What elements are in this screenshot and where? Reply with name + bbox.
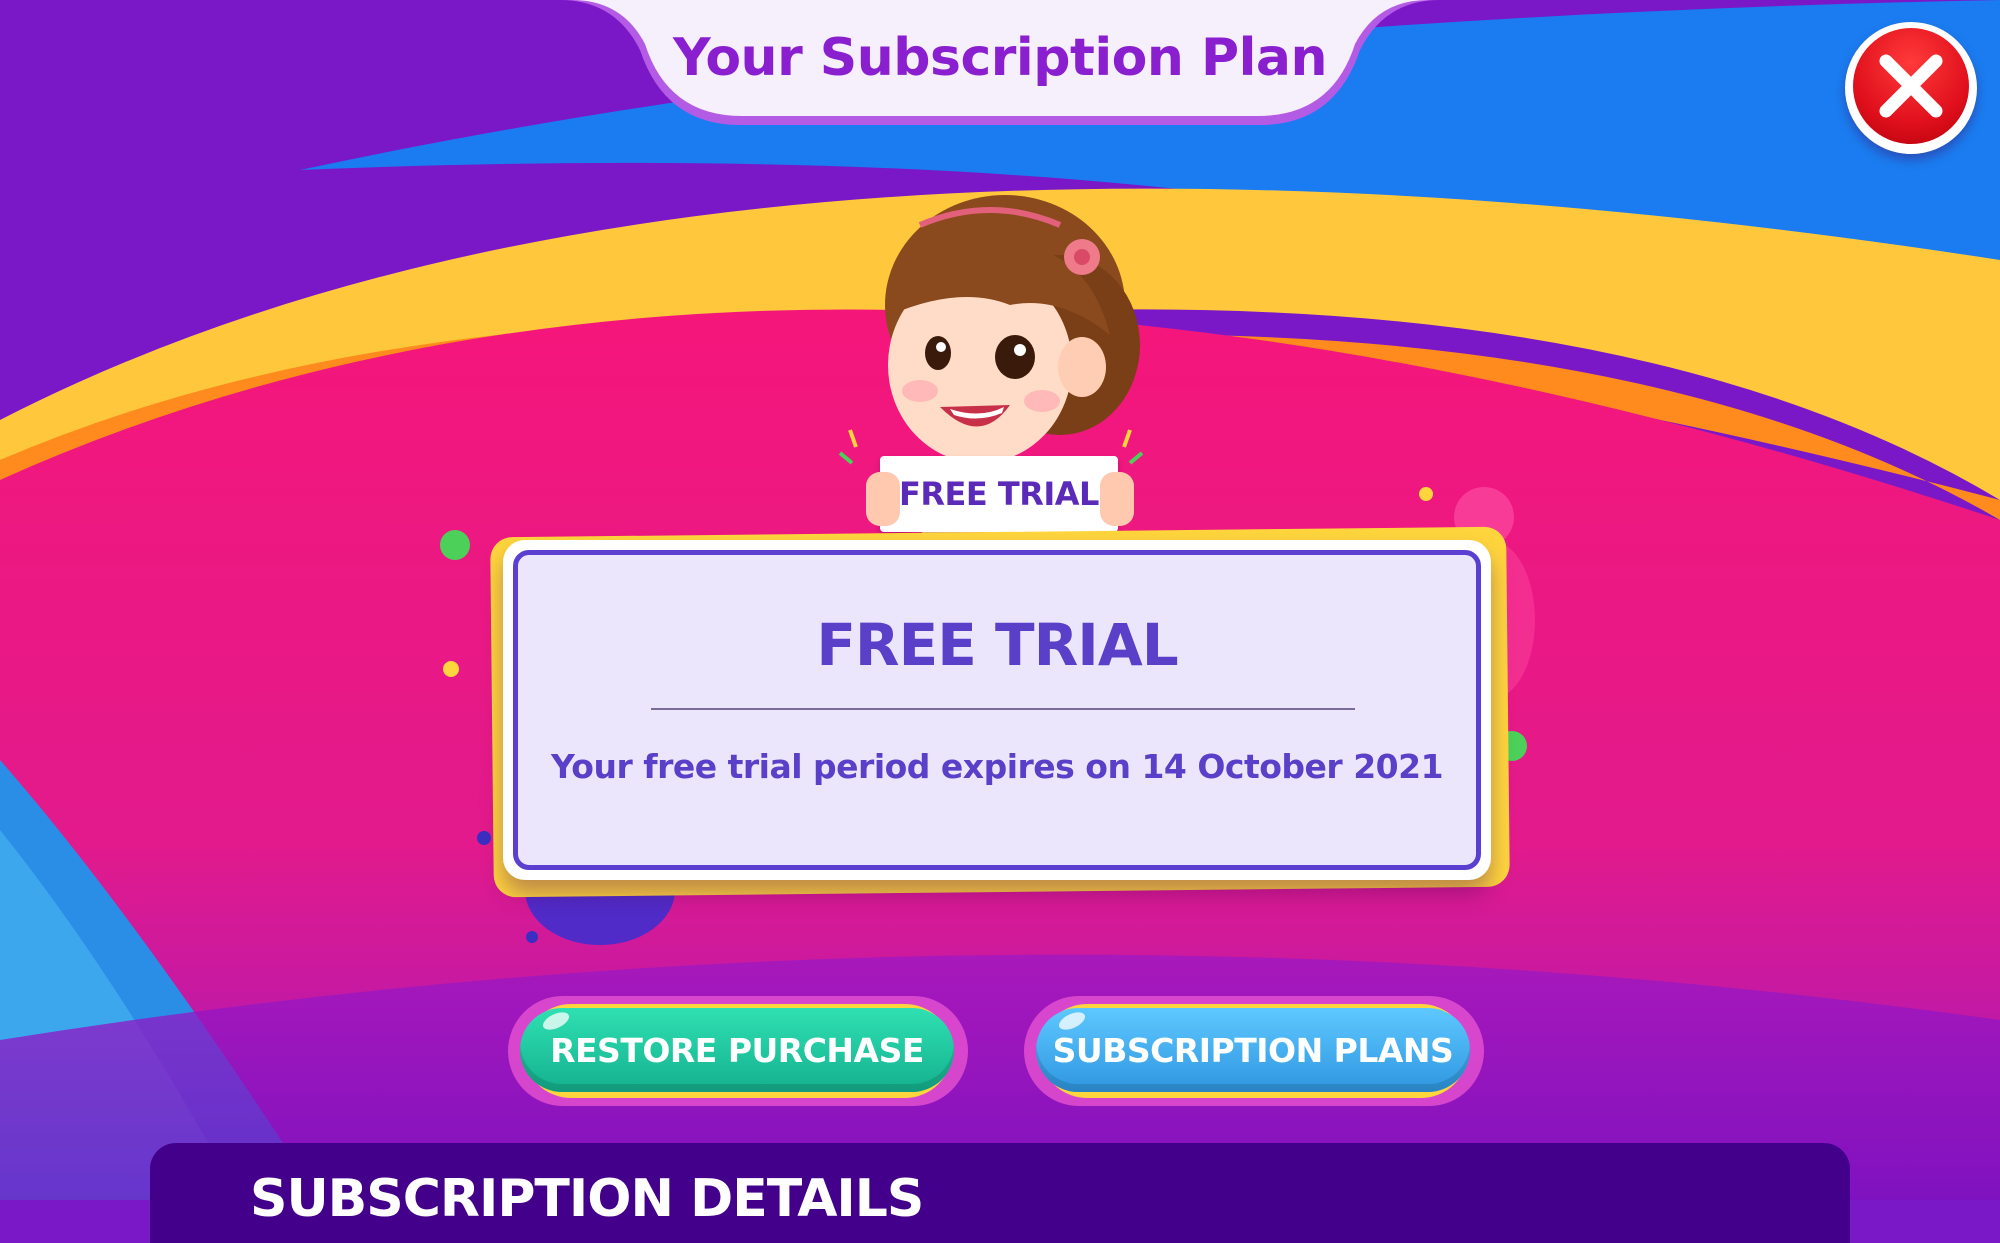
plan-card: FREE TRIAL Your free trial period expire…: [503, 540, 1491, 880]
sign-label: FREE TRIAL: [899, 475, 1099, 513]
restore-purchase-label: RESTORE PURCHASE: [550, 1030, 924, 1070]
header-tab: Your Subscription Plan: [560, 0, 1440, 128]
subscription-plans-button[interactable]: SUBSCRIPTION PLANS: [1024, 996, 1484, 1106]
plan-title: FREE TRIAL: [816, 611, 1178, 679]
subscription-details-panel: SUBSCRIPTION DETAILS: [150, 1143, 1850, 1243]
trial-expiry-message: Your free trial period expires on 14 Oct…: [550, 747, 1444, 786]
right-hand: [1100, 472, 1134, 526]
close-button[interactable]: [1845, 22, 1977, 154]
free-trial-sign: FREE TRIAL: [880, 456, 1118, 532]
details-heading: SUBSCRIPTION DETAILS: [250, 1169, 924, 1229]
left-hand: [866, 472, 900, 526]
close-icon: [1879, 54, 1943, 118]
restore-purchase-button[interactable]: RESTORE PURCHASE: [508, 996, 968, 1106]
page-title: Your Subscription Plan: [672, 28, 1328, 88]
card-divider: [651, 708, 1355, 710]
subscription-plans-label: SUBSCRIPTION PLANS: [1052, 1030, 1454, 1070]
